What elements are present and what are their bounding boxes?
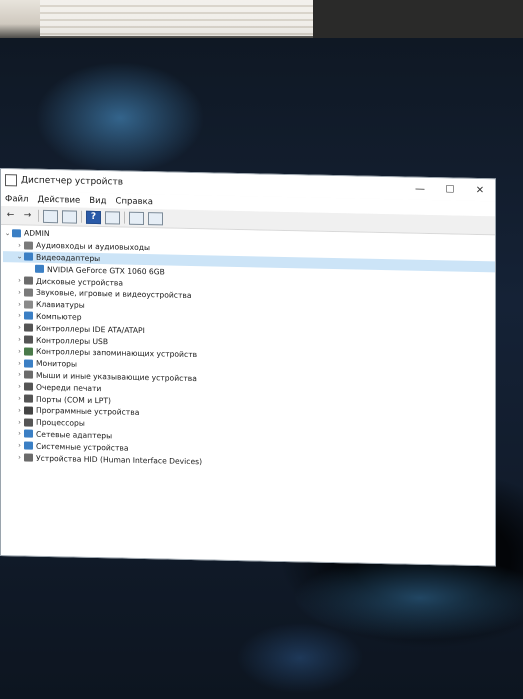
device-category-icon	[24, 347, 33, 356]
device-category-icon	[24, 323, 33, 332]
device-tree[interactable]: ⌄ ADMIN › Аудиовходы и аудиовыходы ⌄ Видеоа…	[1, 225, 495, 566]
tree-child-label: NVIDIA GeForce GTX 1060 6GB	[47, 264, 165, 277]
desktop-wallpaper: Диспетчер устройств — ☐ ✕ Файл Действие …	[0, 38, 523, 699]
tree-item-label: Устройства HID (Human Interface Devices)	[36, 453, 203, 466]
toolbar-separator	[38, 209, 39, 222]
show-hide-console-tree-icon[interactable]	[43, 209, 58, 223]
close-button[interactable]: ✕	[465, 184, 495, 196]
tree-root-label: ADMIN	[24, 228, 50, 239]
menu-help[interactable]: Справка	[116, 196, 153, 207]
photo-background-top	[0, 0, 523, 40]
tree-item-label: Сетевые адаптеры	[36, 429, 113, 441]
tree-item-label: Аудиовходы и аудиовыходы	[36, 240, 150, 253]
chevron-right-icon[interactable]: ›	[15, 288, 24, 296]
menu-action[interactable]: Действие	[37, 194, 80, 205]
device-category-icon	[24, 311, 33, 321]
tree-item-label: Системные устройства	[36, 441, 129, 453]
chevron-right-icon[interactable]: ›	[15, 241, 24, 249]
chevron-right-icon[interactable]: ›	[15, 383, 24, 391]
computer-icon	[12, 229, 21, 238]
tree-item-label: Компьютер	[36, 311, 82, 322]
minimize-button[interactable]: —	[405, 183, 435, 195]
back-arrow-icon[interactable]: ←	[4, 210, 17, 221]
device-category-icon	[24, 288, 33, 297]
device-category-icon	[24, 241, 33, 250]
tree-item-label: Очереди печати	[36, 382, 102, 393]
monitor-frame	[313, 0, 523, 40]
chevron-right-icon[interactable]: ›	[15, 430, 24, 438]
chevron-right-icon[interactable]: ›	[15, 312, 24, 320]
tree-item-label: Программные устройства	[36, 406, 140, 418]
device-category-icon	[24, 441, 33, 450]
maximize-button[interactable]: ☐	[435, 184, 465, 196]
tree-item-label: Контроллеры IDE ATA/ATAPI	[36, 323, 145, 335]
chevron-right-icon[interactable]: ›	[15, 347, 24, 355]
device-category-icon	[24, 418, 33, 427]
device-category-icon	[24, 370, 33, 380]
scan-hardware-changes-icon[interactable]	[148, 211, 163, 225]
window-title: Диспетчер устройств	[21, 175, 124, 188]
chevron-right-icon[interactable]: ›	[15, 300, 24, 308]
toolbar-separator	[81, 210, 82, 223]
chevron-right-icon[interactable]: ›	[15, 276, 24, 284]
chevron-right-icon[interactable]: ›	[15, 394, 24, 402]
device-category-icon	[24, 382, 33, 391]
device-category-icon	[24, 359, 33, 368]
toolbar-separator	[124, 211, 125, 224]
device-manager-icon	[5, 174, 17, 187]
chevron-down-icon[interactable]: ⌄	[3, 229, 12, 237]
window-blind	[40, 0, 320, 36]
device-category-icon	[24, 276, 33, 285]
chevron-right-icon[interactable]: ›	[15, 359, 24, 367]
device-manager-window: Диспетчер устройств — ☐ ✕ Файл Действие …	[0, 168, 496, 567]
chevron-right-icon[interactable]: ›	[15, 406, 24, 414]
tree-item-label: Процессоры	[36, 417, 85, 428]
device-category-icon	[24, 252, 33, 262]
device-category-icon	[24, 300, 33, 309]
chevron-right-icon[interactable]: ›	[15, 335, 24, 343]
action-pane-icon[interactable]	[105, 210, 120, 225]
tree-item-label: Мониторы	[36, 358, 77, 369]
chevron-down-icon[interactable]: ⌄	[15, 253, 24, 261]
device-category-icon	[24, 429, 33, 439]
tree-item-label: Дисковые устройства	[36, 276, 124, 288]
device-category-icon	[24, 453, 33, 462]
display-adapter-icon	[35, 265, 44, 274]
help-icon[interactable]: ?	[86, 210, 101, 224]
forward-arrow-icon[interactable]: →	[21, 210, 34, 221]
device-category-icon	[24, 394, 33, 403]
tree-item-label: Контроллеры USB	[36, 335, 109, 346]
menu-view[interactable]: Вид	[89, 195, 106, 205]
chevron-right-icon[interactable]: ›	[15, 453, 24, 461]
properties-icon[interactable]	[62, 209, 77, 224]
menu-file[interactable]: Файл	[5, 194, 28, 204]
update-driver-icon[interactable]	[129, 211, 144, 225]
tree-item-label: Видеоадаптеры	[36, 252, 101, 264]
device-category-icon	[24, 406, 33, 415]
chevron-right-icon[interactable]: ›	[15, 371, 24, 379]
tree-item-label: Порты (COM и LPT)	[36, 394, 111, 405]
device-category-icon	[24, 335, 33, 344]
chevron-right-icon[interactable]: ›	[15, 442, 24, 450]
chevron-right-icon[interactable]: ›	[15, 324, 24, 332]
chevron-right-icon[interactable]: ›	[15, 418, 24, 426]
tree-item-label: Клавиатуры	[36, 299, 85, 310]
